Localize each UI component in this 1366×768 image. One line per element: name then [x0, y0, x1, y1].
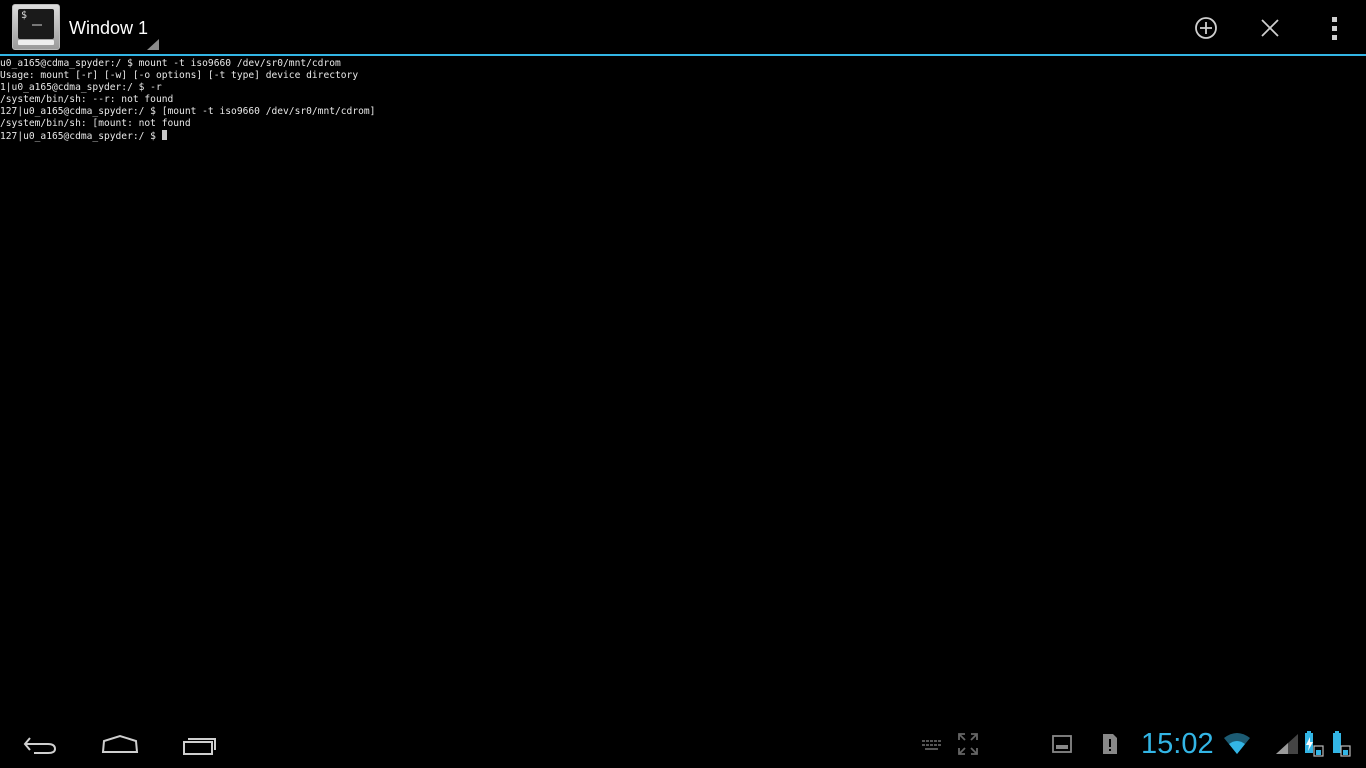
home-icon — [101, 734, 139, 753]
terminal-prompt-line[interactable]: 127|u0_a165@cdma_spyder:/ $ — [0, 130, 1366, 142]
terminal-line: /system/bin/sh: [mount: not found — [0, 118, 191, 129]
fullscreen-button[interactable] — [956, 728, 980, 764]
wifi-indicator — [1222, 728, 1252, 762]
signal-indicator — [1274, 730, 1300, 762]
text-cursor — [161, 130, 167, 140]
sd-card-icon — [1103, 734, 1117, 754]
overflow-menu-button[interactable] — [1318, 12, 1350, 44]
recent-apps-button[interactable] — [180, 728, 220, 764]
keyboard-button[interactable] — [920, 728, 944, 764]
window-spinner-indicator[interactable] — [147, 39, 159, 50]
close-window-button[interactable] — [1254, 12, 1286, 44]
status-clock[interactable]: 15:02 — [1141, 726, 1214, 762]
terminal-line: /system/bin/sh: --r: not found — [0, 94, 174, 105]
terminal-app-icon[interactable]: $ — [12, 4, 60, 50]
home-button[interactable] — [100, 728, 140, 764]
charging-battery-indicator — [1302, 728, 1326, 764]
wifi-icon — [1224, 733, 1250, 754]
keyboard-icon — [922, 740, 941, 750]
sd-card-notification[interactable] — [1098, 728, 1122, 764]
screenshot-notification[interactable] — [1050, 728, 1074, 764]
overflow-menu-icon — [1332, 17, 1337, 40]
signal-icon — [1276, 734, 1298, 754]
battery-indicator — [1328, 728, 1352, 764]
terminal-line: 1|u0_a165@cdma_spyder:/ $ -r — [0, 82, 162, 93]
fullscreen-icon — [958, 733, 978, 755]
terminal-line: Usage: mount [-r] [-w] [-o options] [-t … — [0, 70, 359, 81]
back-button[interactable] — [20, 728, 60, 764]
add-circle-icon — [1195, 17, 1217, 39]
terminal-output[interactable]: u0_a165@cdma_spyder:/ $ mount -t iso9660… — [0, 58, 1366, 718]
close-icon — [1261, 19, 1279, 37]
battery-icon — [1333, 731, 1351, 757]
back-icon — [23, 737, 57, 754]
charging-battery-icon — [1305, 731, 1324, 757]
terminal-line: u0_a165@cdma_spyder:/ $ mount -t iso9660… — [0, 58, 341, 69]
action-bar: $ Window 1 — [0, 0, 1366, 56]
new-window-button[interactable] — [1190, 12, 1222, 44]
recent-apps-icon — [183, 738, 216, 755]
terminal-prompt: 127|u0_a165@cdma_spyder:/ $ — [0, 131, 162, 142]
window-title[interactable]: Window 1 — [69, 18, 148, 39]
terminal-line: 127|u0_a165@cdma_spyder:/ $ [mount -t is… — [0, 106, 376, 117]
screenshot-icon — [1052, 735, 1072, 753]
